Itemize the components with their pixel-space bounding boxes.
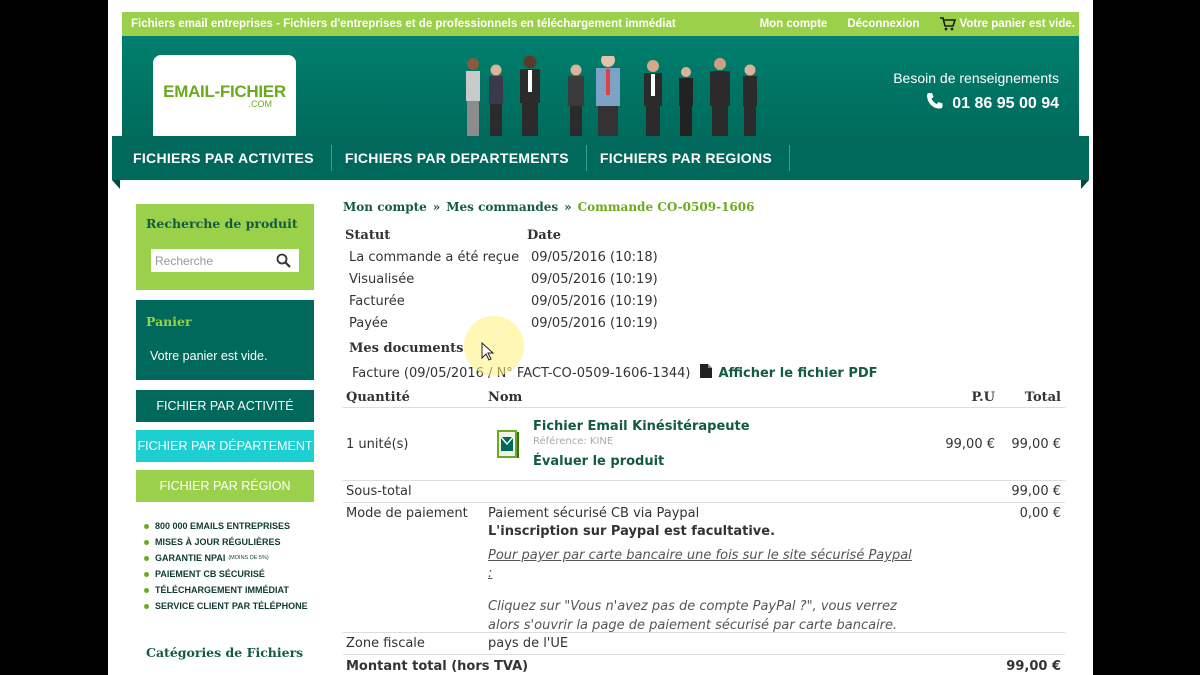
feature-item: GARANTIE NPAI (MOINS DE 5%) [144, 550, 314, 566]
phone-icon [926, 92, 944, 115]
status-header: Statut Date [345, 228, 1065, 243]
phone-number-text: 01 86 95 00 94 [952, 94, 1059, 112]
cart-status: Votre panier est vide. [959, 18, 1075, 30]
npai-note: (MOINS DE 5%) [228, 555, 269, 561]
my-account-link[interactable]: Mon compte [760, 18, 828, 30]
feature-item: 800 000 EMAILS ENTREPRISES [144, 518, 314, 534]
site-tagline: Fichiers email entreprises - Fichiers d'… [131, 18, 676, 30]
nav-regions[interactable]: FICHIERS PAR REGIONS [587, 145, 791, 171]
product-thumbnail[interactable] [496, 428, 520, 460]
total-amount: 99,00 € [1006, 658, 1061, 674]
cart-box: Panier Votre panier est vide. [136, 300, 314, 380]
status-row: La commande a été reçue 09/05/2016 (10:1… [349, 250, 658, 265]
search-input[interactable]: Recherche [151, 249, 299, 272]
payment-note: L'inscription sur Paypal est facultative… [488, 524, 776, 539]
business-people-banner [458, 53, 768, 140]
status-row: Payée 09/05/2016 (10:19) [349, 316, 658, 331]
account-links: Mon compte Déconnexion Votre panier est … [760, 17, 1079, 31]
by-region-button[interactable]: FICHIER PAR RÉGION [136, 470, 314, 502]
invoice-row: Facture (09/05/2016 / N° FACT-CO-0509-16… [352, 364, 1065, 382]
breadcrumb-current: Commande CO-0509-1606 [577, 200, 755, 214]
by-department-button[interactable]: FICHIER PAR DÉPARTEMENT [136, 430, 314, 462]
document-icon [700, 364, 713, 382]
date-header-label: Date [527, 228, 561, 243]
tax-zone-row: Zone fiscale pays de l'UE [343, 633, 1065, 655]
payment-row: Mode de paiement Paiement sécurisé CB vi… [343, 503, 1065, 633]
features-list: 800 000 EMAILS ENTREPRISES MISES À JOUR … [136, 518, 314, 614]
cart-icon [939, 17, 956, 31]
order-table: Quantité Nom P.U Total 1 unité(s) Fichie… [343, 388, 1065, 675]
nav-departments[interactable]: FICHIERS PAR DEPARTEMENTS [332, 145, 587, 171]
logout-link[interactable]: Déconnexion [847, 18, 919, 30]
logo-domain: .COM [248, 99, 273, 109]
help-text: Besoin de renseignements [893, 70, 1059, 86]
nav-activities[interactable]: FICHIERS PAR ACTIVITES [129, 145, 332, 171]
subtotal-amount: 99,00 € [1011, 484, 1061, 499]
total-row: Montant total (hors TVA) 99,00 € [343, 655, 1065, 675]
status-table: Statut Date La commande a été reçue 09/0… [343, 228, 1065, 331]
top-bar: Fichiers email entreprises - Fichiers d'… [122, 12, 1079, 36]
payment-details: Paiement sécurisé CB via Paypal L'inscri… [488, 506, 915, 635]
breadcrumb-separator: » [432, 200, 441, 214]
pdf-link[interactable]: Afficher le fichier PDF [700, 364, 878, 382]
payment-hint: Pour payer par carte bancaire une fois s… [488, 548, 912, 581]
product-info: Fichier Email Kinésitérapeute Référence:… [533, 419, 750, 469]
categories-title: Catégories de Fichiers [146, 645, 304, 660]
invoice-label: Facture (09/05/2016 / N° FACT-CO-0509-16… [352, 365, 691, 381]
breadcrumb: Mon compte » Mes commandes » Commande CO… [343, 200, 1065, 214]
product-search-box: Recherche de produit Recherche [136, 204, 314, 290]
item-unit-price: 99,00 € [945, 436, 995, 452]
feature-item: SERVICE CLIENT PAR TÉLÉPHONE [144, 598, 314, 614]
payment-method: Paiement sécurisé CB via Paypal [488, 506, 700, 521]
search-title: Recherche de produit [146, 216, 298, 231]
item-total: 99,00 € [1011, 436, 1061, 452]
breadcrumb-separator: » [564, 200, 572, 214]
main-nav: FICHIERS PAR ACTIVITES FICHIERS PAR DEPA… [112, 136, 1089, 189]
product-name-link[interactable]: Fichier Email Kinésitérapeute [533, 419, 750, 434]
documents-title: Mes documents [349, 341, 464, 356]
payment-instructions: Cliquez sur "Vous n'avez pas de compte P… [488, 599, 898, 633]
cart-link[interactable]: Votre panier est vide. [939, 17, 1075, 31]
page: Fichiers email entreprises - Fichiers d'… [108, 0, 1093, 675]
product-reference: Référence: KINE [533, 436, 614, 447]
contact-info: Besoin de renseignements 01 86 95 00 94 [893, 70, 1059, 115]
item-product: Fichier Email Kinésitérapeute Référence:… [488, 419, 915, 469]
feature-item: MISES À JOUR RÉGULIÈRES [144, 534, 314, 550]
tax-zone-value: pays de l'UE [488, 636, 569, 651]
search-placeholder: Recherche [155, 253, 214, 268]
table-row: 1 unité(s) Fichier Email Kinésitérapeute… [343, 408, 1065, 481]
breadcrumb-account[interactable]: Mon compte [343, 200, 427, 214]
breadcrumb-orders[interactable]: Mes commandes [446, 200, 558, 214]
pdf-link-text: Afficher le fichier PDF [718, 365, 878, 381]
payment-amount: 0,00 € [1019, 506, 1061, 521]
item-quantity: 1 unité(s) [346, 436, 409, 452]
feature-item: TÉLÉCHARGEMENT IMMÉDIAT [144, 582, 314, 598]
cursor-highlight [464, 316, 524, 376]
cart-box-text: Votre panier est vide. [150, 349, 268, 363]
cart-box-title: Panier [146, 314, 192, 329]
site-logo[interactable]: EMAIL-FICHIER .COM [153, 55, 296, 136]
header: EMAIL-FICHIER .COM Besoin de renseigneme… [122, 36, 1079, 136]
order-detail: Mon compte » Mes commandes » Commande CO… [343, 200, 1065, 675]
status-row: Facturée 09/05/2016 (10:19) [349, 294, 658, 309]
by-activity-button[interactable]: FICHIER PAR ACTIVITÉ [136, 390, 314, 422]
order-table-header: Quantité Nom P.U Total [343, 388, 1065, 408]
feature-item: PAIEMENT CB SÉCURISÉ [144, 566, 314, 582]
status-row: Visualisée 09/05/2016 (10:19) [349, 272, 658, 287]
status-header-label: Statut [345, 228, 391, 243]
subtotal-row: Sous-total 99,00 € [343, 481, 1065, 503]
sidebar: Recherche de produit Recherche Panier Vo… [136, 204, 314, 660]
phone-number[interactable]: 01 86 95 00 94 [893, 92, 1059, 115]
review-product-link[interactable]: Évaluer le produit [533, 454, 750, 469]
